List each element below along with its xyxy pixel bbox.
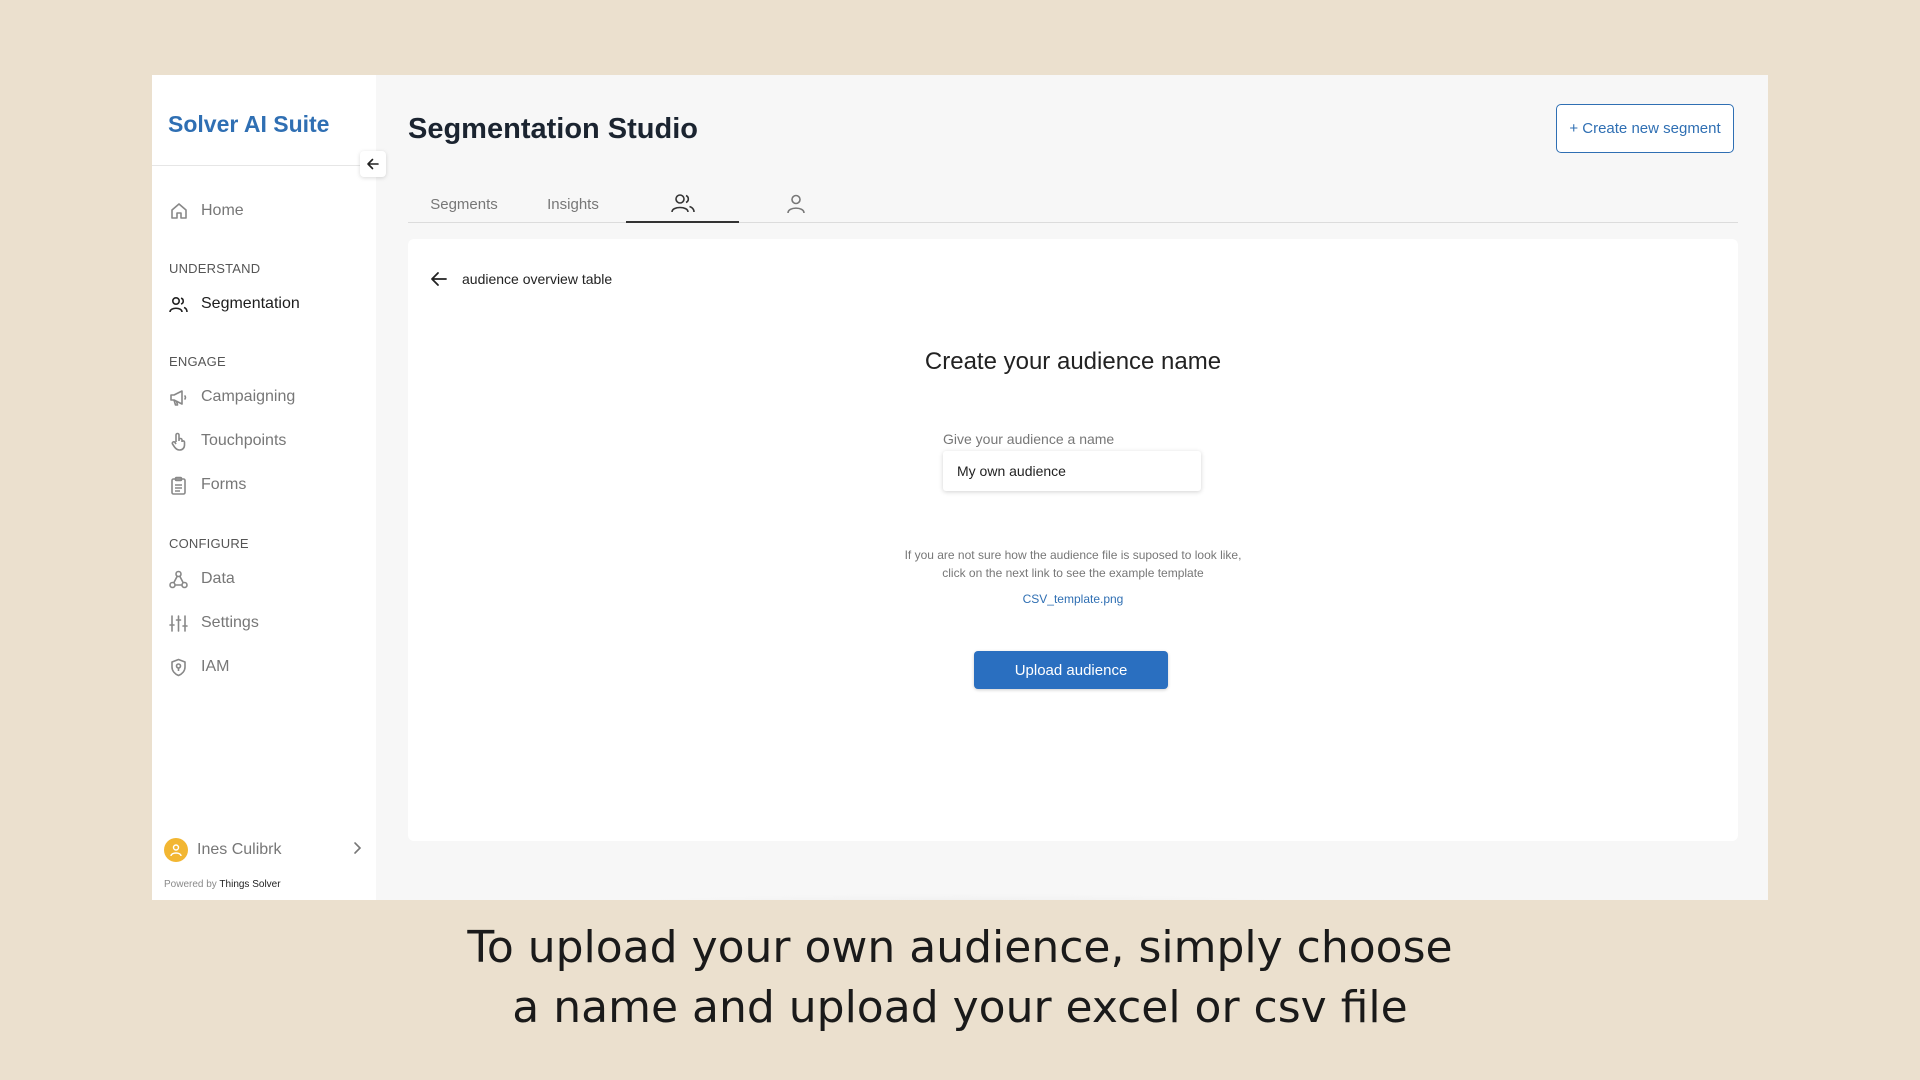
sliders-icon: [168, 613, 189, 634]
tab-audiences[interactable]: [626, 185, 739, 223]
hand-pointer-icon: [168, 431, 189, 452]
user-menu[interactable]: Ines Culibrk: [164, 836, 364, 864]
audience-name-input[interactable]: [943, 451, 1201, 491]
arrow-left-icon: [367, 158, 379, 170]
sidebar-item-iam[interactable]: IAM: [168, 653, 229, 681]
sidebar-item-label: Campaigning: [201, 388, 296, 405]
section-engage: ENGAGE: [169, 354, 226, 369]
sidebar-item-label: Data: [201, 570, 235, 587]
users-icon: [670, 194, 695, 213]
sidebar-item-segmentation[interactable]: Segmentation: [168, 290, 300, 318]
tab-profile[interactable]: [739, 185, 852, 223]
back-to-audience-table[interactable]: audience overview table: [430, 271, 612, 287]
sidebar-item-forms[interactable]: Forms: [168, 471, 246, 499]
sidebar-item-campaigning[interactable]: Campaigning: [168, 383, 295, 411]
back-link-label: audience overview table: [462, 271, 613, 287]
template-link[interactable]: CSV_template.png: [823, 592, 1323, 606]
template-help-text: If you are not sure how the audience fil…: [823, 546, 1323, 582]
clipboard-icon: [168, 475, 189, 496]
sidebar-item-touchpoints[interactable]: Touchpoints: [168, 427, 286, 455]
sidebar-item-label: Touchpoints: [201, 432, 287, 449]
caption-line-2: a name and upload your excel or csv file: [512, 982, 1408, 1033]
avatar: [164, 838, 188, 862]
sidebar-item-label: Settings: [201, 614, 259, 631]
chevron-right-icon[interactable]: [350, 841, 364, 860]
sidebar-item-label: Forms: [201, 476, 247, 493]
powered-by: Powered by Things Solver: [164, 879, 281, 890]
sidebar: Solver AI Suite Home UNDERSTAND Segmenta…: [152, 75, 376, 900]
brand-logo[interactable]: Solver AI Suite: [168, 111, 329, 138]
tab-bar: Segments Insights: [408, 185, 1738, 223]
shield-icon: [168, 657, 189, 678]
help-line-2: click on the next link to see the exampl…: [942, 566, 1204, 580]
sidebar-item-home[interactable]: Home: [168, 197, 244, 225]
user-name: Ines Culibrk: [197, 841, 282, 858]
users-icon: [168, 294, 189, 315]
powered-prefix: Powered by: [164, 879, 217, 890]
section-configure: CONFIGURE: [169, 536, 249, 551]
caption-line-1: To upload your own audience, simply choo…: [467, 922, 1453, 973]
tutorial-caption: To upload your own audience, simply choo…: [0, 918, 1920, 1038]
card-title: Create your audience name: [924, 348, 1222, 375]
home-icon: [168, 201, 189, 222]
user-icon: [170, 844, 182, 857]
tab-segments[interactable]: Segments: [408, 185, 520, 223]
sidebar-item-label: IAM: [201, 658, 230, 675]
page-title: Segmentation Studio: [408, 113, 698, 145]
data-nodes-icon: [168, 569, 189, 590]
divider: [152, 165, 376, 166]
sidebar-item-settings[interactable]: Settings: [168, 609, 259, 637]
audience-name-label: Give your audience a name: [943, 431, 1115, 447]
collapse-sidebar-button[interactable]: [360, 151, 386, 177]
create-segment-button[interactable]: + Create new segment: [1556, 104, 1734, 153]
sidebar-item-label: Home: [201, 202, 244, 219]
tab-insights[interactable]: Insights: [520, 185, 626, 223]
decorative-shadow: [522, 893, 1402, 900]
sidebar-item-label: Segmentation: [201, 295, 300, 312]
megaphone-icon: [168, 387, 189, 408]
help-line-1: If you are not sure how the audience fil…: [904, 548, 1242, 562]
upload-audience-button[interactable]: Upload audience: [974, 651, 1168, 689]
sidebar-item-data[interactable]: Data: [168, 565, 235, 593]
section-understand: UNDERSTAND: [169, 261, 261, 276]
user-icon: [786, 194, 805, 214]
create-audience-card: audience overview table Create your audi…: [408, 239, 1738, 841]
powered-brand: Things Solver: [219, 879, 281, 890]
arrow-left-icon: [431, 272, 447, 286]
app-window: Solver AI Suite Home UNDERSTAND Segmenta…: [152, 75, 1768, 900]
